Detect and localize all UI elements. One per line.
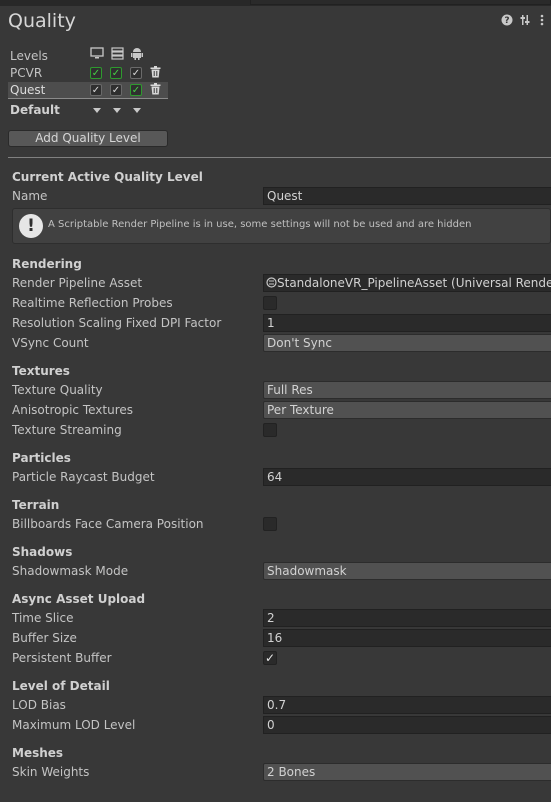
reflection-probes-toggle[interactable] xyxy=(263,296,277,310)
warning-icon: ! xyxy=(19,214,43,238)
trash-icon[interactable] xyxy=(150,66,161,81)
help-icon[interactable]: ? xyxy=(500,14,513,27)
section-rendering: Rendering xyxy=(12,257,82,271)
shadowmask-label: Shadowmask Mode xyxy=(12,564,129,578)
section-async-upload: Async Asset Upload xyxy=(12,592,146,606)
page-title: Quality xyxy=(8,10,76,32)
level-checkbox[interactable]: ✓ xyxy=(90,84,102,96)
skin-weights-label: Skin Weights xyxy=(12,765,90,779)
default-label: Default xyxy=(10,103,60,117)
level-row-pcvr[interactable]: PCVR ✓ ✓ ✓ xyxy=(8,65,168,82)
svg-text:?: ? xyxy=(504,16,509,26)
buffer-size-label: Buffer Size xyxy=(12,631,77,645)
vsync-label: VSync Count xyxy=(12,336,89,350)
buffer-size-field[interactable]: 16 xyxy=(263,629,551,647)
section-particles: Particles xyxy=(12,451,71,465)
lod-bias-label: LOD Bias xyxy=(12,698,66,712)
persistent-buffer-label: Persistent Buffer xyxy=(12,651,112,665)
default-dropdown-arrow[interactable] xyxy=(113,108,121,113)
render-pipeline-label: Render Pipeline Asset xyxy=(12,276,143,290)
level-checkbox[interactable]: ✓ xyxy=(90,67,102,79)
default-dropdown-arrow[interactable] xyxy=(133,108,141,113)
persistent-buffer-toggle[interactable]: ✓ xyxy=(263,651,277,665)
levels-label: Levels xyxy=(10,49,48,63)
info-box: ! A Scriptable Render Pipeline is in use… xyxy=(12,208,551,244)
render-pipeline-field[interactable]: StandaloneVR_PipelineAsset (Universal Re… xyxy=(263,274,551,292)
anisotropic-dropdown[interactable]: Per Texture xyxy=(263,401,551,419)
level-checkbox[interactable]: ✓ xyxy=(130,67,142,79)
more-icon[interactable] xyxy=(535,14,548,27)
texture-quality-dropdown[interactable]: Full Res xyxy=(263,381,551,399)
time-slice-label: Time Slice xyxy=(12,611,74,625)
section-current-level: Current Active Quality Level xyxy=(12,170,203,184)
texture-streaming-toggle[interactable] xyxy=(263,423,277,437)
pipeline-asset-icon xyxy=(266,276,277,292)
time-slice-field[interactable]: 2 xyxy=(263,609,551,627)
max-lod-label: Maximum LOD Level xyxy=(12,718,136,732)
search-field[interactable] xyxy=(250,0,551,5)
section-meshes: Meshes xyxy=(12,746,64,760)
name-label: Name xyxy=(12,189,48,203)
section-shadows: Shadows xyxy=(12,545,73,559)
section-terrain: Terrain xyxy=(12,498,60,512)
name-field[interactable]: Quest xyxy=(263,187,551,205)
level-checkbox[interactable]: ✓ xyxy=(130,84,142,96)
raycast-budget-label: Particle Raycast Budget xyxy=(12,470,155,484)
lod-bias-field[interactable]: 0.7 xyxy=(263,696,551,714)
texture-streaming-label: Texture Streaming xyxy=(12,423,122,437)
billboards-toggle[interactable] xyxy=(263,517,277,531)
raycast-budget-field[interactable]: 64 xyxy=(263,468,551,486)
reflection-probes-label: Realtime Reflection Probes xyxy=(12,296,173,310)
level-checkbox[interactable]: ✓ xyxy=(110,67,122,79)
anisotropic-label: Anisotropic Textures xyxy=(12,403,134,417)
info-text: A Scriptable Render Pipeline is in use, … xyxy=(48,219,472,230)
section-textures: Textures xyxy=(12,364,70,378)
vsync-dropdown[interactable]: Don't Sync xyxy=(263,334,551,352)
level-name: PCVR xyxy=(10,66,43,80)
texture-quality-label: Texture Quality xyxy=(12,383,103,397)
section-lod: Level of Detail xyxy=(12,679,110,693)
skin-weights-dropdown[interactable]: 2 Bones xyxy=(263,763,551,781)
render-pipeline-value: StandaloneVR_PipelineAsset (Universal Re… xyxy=(277,276,551,290)
server-icon xyxy=(111,47,124,63)
android-icon xyxy=(131,47,143,63)
monitor-icon xyxy=(90,47,104,63)
level-name: Quest xyxy=(10,83,46,97)
add-quality-level-button[interactable]: Add Quality Level xyxy=(8,130,168,147)
level-checkbox[interactable]: ✓ xyxy=(110,84,122,96)
presets-icon[interactable] xyxy=(518,14,531,27)
default-dropdown-arrow[interactable] xyxy=(93,108,101,113)
shadowmask-dropdown[interactable]: Shadowmask xyxy=(263,562,551,580)
separator xyxy=(8,157,551,158)
dpi-factor-field[interactable]: 1 xyxy=(263,314,551,332)
dpi-factor-label: Resolution Scaling Fixed DPI Factor xyxy=(12,316,222,330)
billboards-label: Billboards Face Camera Position xyxy=(12,517,204,531)
level-row-quest[interactable]: Quest ✓ ✓ ✓ xyxy=(8,82,168,99)
max-lod-field[interactable]: 0 xyxy=(263,716,551,734)
trash-icon[interactable] xyxy=(150,83,161,98)
